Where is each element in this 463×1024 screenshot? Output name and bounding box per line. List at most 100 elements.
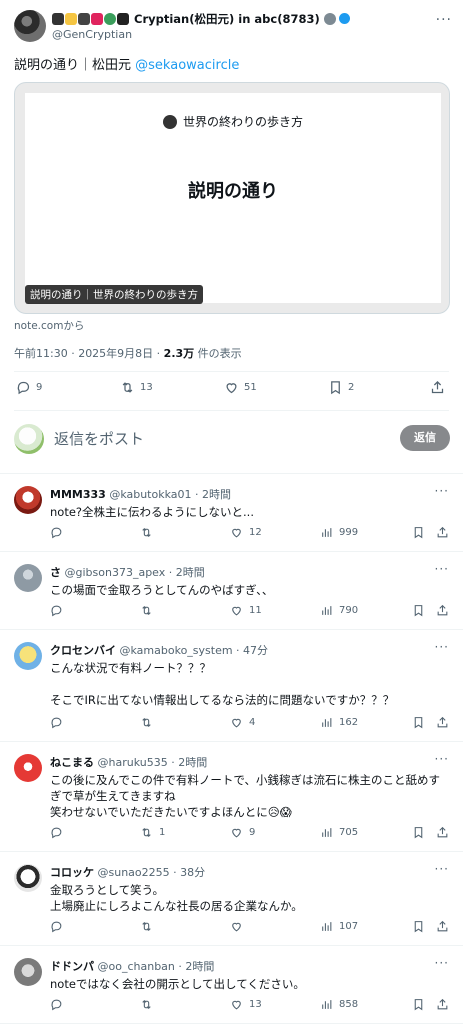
reply-meta[interactable]: @kabutokka01 · 2時間	[109, 488, 231, 501]
views-button[interactable]: 858	[320, 998, 358, 1011]
like-count: 11	[249, 605, 262, 616]
reply-author-name[interactable]: さ	[50, 566, 61, 579]
like-button[interactable]: 4	[230, 716, 255, 729]
bookmark-count: 2	[348, 382, 355, 393]
like-button[interactable]: 11	[230, 604, 262, 617]
repost-button[interactable]	[140, 526, 159, 539]
repost-button[interactable]	[140, 716, 159, 729]
card-blog-header: 世界の終わりの歩き方	[25, 113, 441, 130]
bookmark-button[interactable]: 2	[328, 380, 354, 395]
link-card-image: 世界の終わりの歩き方 説明の通り	[25, 93, 441, 303]
reply-input[interactable]: 返信をポスト	[54, 428, 144, 449]
share-button[interactable]	[430, 380, 450, 395]
reply-button[interactable]	[50, 526, 69, 539]
reply-item[interactable]: ドドンパ @oo_chanban · 2時間 ··· noteではなく会社の開示とし…	[0, 946, 463, 1024]
reply-meta[interactable]: @oo_chanban · 2時間	[98, 960, 215, 973]
card-source[interactable]: note.comから	[14, 318, 84, 333]
share-button[interactable]	[436, 526, 455, 539]
reply-icon	[51, 827, 62, 839]
reply-author-name[interactable]: ねこまる	[50, 756, 94, 769]
more-options-icon[interactable]: ···	[435, 484, 449, 498]
reply-item[interactable]: ねこまる @haruku535 · 2時間 ··· この後に及んでこの件で有料ノート…	[0, 742, 463, 852]
like-button[interactable]: 12	[230, 526, 262, 539]
more-options-icon[interactable]: ···	[436, 12, 452, 28]
reply-avatar[interactable]	[14, 486, 42, 514]
bookmark-button[interactable]	[412, 920, 431, 933]
reply-avatar[interactable]	[14, 754, 42, 782]
author-name-line[interactable]: Cryptian(松田元) in abc(8783)	[52, 11, 350, 27]
reply-item[interactable]: さ @gibson373_apex · 2時間 ··· この場面で金取ろうとしてんの…	[0, 552, 463, 630]
reply-body: note?全株主に伝わるようにしないと...	[50, 504, 450, 520]
reply-avatar[interactable]	[14, 958, 42, 986]
reply-meta[interactable]: @gibson373_apex · 2時間	[65, 566, 205, 579]
share-button[interactable]	[436, 604, 455, 617]
link-card[interactable]: 世界の終わりの歩き方 説明の通り 説明の通り｜世界の終わりの歩き方	[14, 82, 450, 314]
reply-header: クロセンバイ @kamaboko_system · 47分	[50, 642, 268, 658]
author-handle[interactable]: @GenCryptian	[52, 28, 132, 41]
reply-button[interactable]: 9	[16, 380, 42, 395]
like-button[interactable]: 51	[224, 380, 257, 395]
divider	[14, 371, 449, 372]
author-avatar[interactable]	[14, 10, 46, 42]
more-options-icon[interactable]: ···	[435, 862, 449, 876]
like-button[interactable]	[230, 920, 249, 933]
reply-author-name[interactable]: ドドンパ	[50, 960, 94, 973]
more-options-icon[interactable]: ···	[435, 562, 449, 576]
like-button[interactable]: 13	[230, 998, 262, 1011]
reply-body: noteではなく会社の開示として出してください。	[50, 976, 450, 992]
share-button[interactable]	[436, 920, 455, 933]
repost-button[interactable]: 13	[120, 380, 153, 395]
reply-item[interactable]: コロッケ @sunao2255 · 38分 ··· 金取ろうとして笑う。 上場廃止にし…	[0, 852, 463, 946]
reply-button[interactable]	[50, 920, 69, 933]
reply-text-line: そこでIRに出てない情報出してるなら法的に問題ないですか？？？	[50, 693, 395, 707]
bookmark-button[interactable]	[412, 826, 431, 839]
repost-button[interactable]	[140, 920, 159, 933]
reply-button[interactable]	[50, 604, 69, 617]
heart-icon	[232, 528, 241, 538]
like-button[interactable]: 9	[230, 826, 255, 839]
reply-button[interactable]	[50, 998, 69, 1011]
more-options-icon[interactable]: ···	[435, 640, 449, 654]
reply-avatar[interactable]	[14, 642, 42, 670]
repost-button[interactable]	[140, 604, 159, 617]
views-button[interactable]: 705	[320, 826, 358, 839]
bookmark-button[interactable]	[412, 998, 431, 1011]
reply-item[interactable]: MMM333 @kabutokka01 · 2時間 ··· note?全株主に伝わる…	[0, 474, 463, 552]
verified-badge-icon	[338, 13, 350, 24]
post-timestamp[interactable]: 午前11:30 · 2025年9月8日 ·	[14, 347, 164, 360]
reply-button[interactable]	[50, 716, 69, 729]
bookmark-button[interactable]	[412, 604, 431, 617]
post-mention-link[interactable]: @sekaowacircle	[135, 58, 239, 73]
repost-button[interactable]	[140, 998, 159, 1011]
reply-composer: 返信をポスト 返信	[14, 420, 450, 456]
reply-avatar[interactable]	[14, 564, 42, 592]
reply-item[interactable]: クロセンバイ @kamaboko_system · 47分 ··· こんな状況で有料…	[0, 630, 463, 742]
reply-button[interactable]	[50, 826, 69, 839]
more-options-icon[interactable]: ···	[435, 956, 449, 970]
share-button[interactable]	[436, 826, 455, 839]
views-button[interactable]: 999	[320, 526, 358, 539]
views-count: 705	[339, 827, 359, 838]
share-button[interactable]	[436, 998, 455, 1011]
reply-header: さ @gibson373_apex · 2時間	[50, 564, 205, 580]
reply-text-line: この場面で金取ろうとしてんのやばすぎ、、	[50, 583, 274, 597]
views-button[interactable]: 107	[320, 920, 358, 933]
reply-author-name[interactable]: コロッケ	[50, 866, 94, 879]
reply-meta[interactable]: @sunao2255 · 38分	[98, 866, 206, 879]
reply-avatar[interactable]	[14, 864, 42, 892]
heart-icon	[232, 718, 241, 728]
views-button[interactable]: 162	[320, 716, 358, 729]
reply-author-name[interactable]: MMM333	[50, 488, 106, 501]
bookmark-button[interactable]	[412, 716, 431, 729]
more-options-icon[interactable]: ···	[435, 752, 449, 766]
reply-meta[interactable]: @haruku535 · 2時間	[98, 756, 208, 769]
bookmark-button[interactable]	[412, 526, 431, 539]
views-button[interactable]: 790	[320, 604, 358, 617]
reply-author-name[interactable]: クロセンバイ	[50, 644, 116, 657]
main-post-header: Cryptian(松田元) in abc(8783) @GenCryptian …	[14, 8, 454, 44]
reply-submit-button[interactable]: 返信	[400, 425, 450, 451]
repost-button[interactable]: 1	[140, 826, 165, 839]
reply-text-line: 笑わせないでいただきたいですよほんとに😥😱	[50, 805, 292, 819]
share-button[interactable]	[436, 716, 455, 729]
reply-meta[interactable]: @kamaboko_system · 47分	[120, 644, 269, 657]
